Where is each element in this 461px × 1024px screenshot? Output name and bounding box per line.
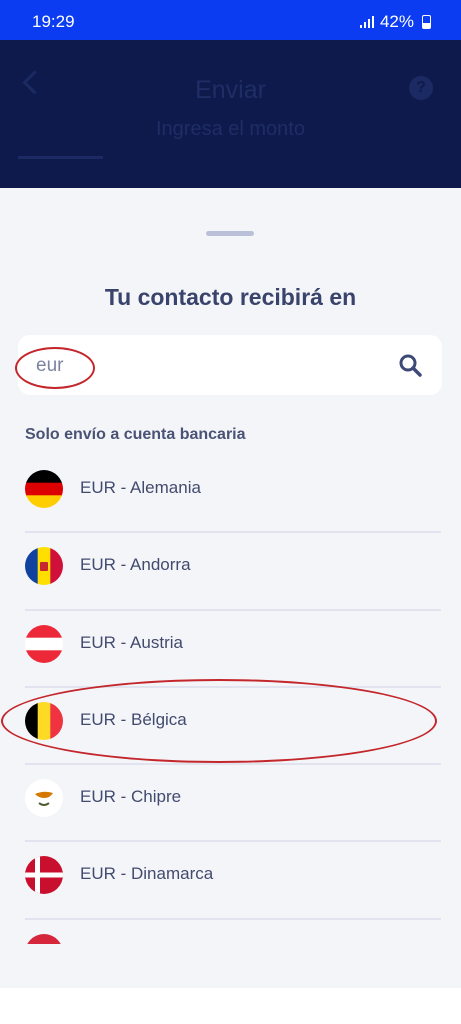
list-item-alemania[interactable]: EUR - Alemania — [0, 456, 461, 534]
andorra-flag-icon — [25, 547, 63, 586]
currency-list: EUR - Alemania EUR - Andorra EUR - Austr… — [0, 456, 461, 920]
list-item-belgica[interactable]: EUR - Bélgica — [0, 678, 461, 766]
search-icon[interactable] — [398, 353, 422, 377]
list-item-dinamarca[interactable]: EUR - Dinamarca — [0, 842, 461, 920]
selection-annotation-ellipse — [1, 678, 437, 763]
search-input[interactable] — [34, 351, 378, 381]
list-item-austria[interactable]: EUR - Austria — [0, 611, 461, 688]
divider — [25, 917, 441, 920]
list-item-label: EUR - Alemania — [80, 478, 201, 497]
belgium-flag-icon — [25, 701, 63, 740]
list-item-label: EUR - Dinamarca — [80, 864, 214, 884]
battery-percent: 42% — [379, 12, 414, 31]
status-right: 42% — [359, 12, 431, 32]
section-label: Solo envío a cuenta bancaria — [25, 426, 246, 443]
list-item-label: EUR - Austria — [80, 632, 183, 652]
list-item-chipre[interactable]: EUR - Chipre — [0, 765, 461, 843]
status-bar: 19:29 42% — [0, 0, 461, 40]
system-nav-bar — [0, 988, 461, 1024]
help-icon[interactable]: ? — [409, 76, 433, 100]
list-item-label: EUR - Andorra — [80, 555, 191, 575]
page-subtitle: Ingresa el monto — [156, 118, 305, 140]
currency-bottom-sheet: Tu contacto recibirá en Solo envío a cue… — [0, 188, 461, 958]
list-item-andorra[interactable]: EUR - Andorra — [0, 533, 461, 611]
austria-flag-icon — [25, 624, 63, 663]
next-flag-partial — [25, 934, 63, 944]
germany-flag-icon — [25, 470, 63, 508]
sheet-drag-handle[interactable] — [206, 231, 254, 236]
cyprus-flag-icon — [25, 779, 63, 818]
list-item-label: EUR - Chipre — [80, 787, 182, 807]
denmark-flag-icon — [25, 856, 63, 895]
signal-icon — [359, 16, 374, 28]
app-header-dimmed: Enviar ? Ingresa el monto — [0, 40, 461, 188]
battery-icon — [422, 15, 431, 29]
page-title: Enviar — [195, 76, 266, 104]
search-box — [15, 335, 442, 395]
sheet-title: Tu contacto recibirá en — [104, 284, 357, 310]
sheet-bottom — [0, 958, 461, 988]
step-indicator — [18, 156, 103, 159]
status-time: 19:29 — [32, 12, 75, 31]
list-item-label: EUR - Bélgica — [80, 709, 187, 729]
